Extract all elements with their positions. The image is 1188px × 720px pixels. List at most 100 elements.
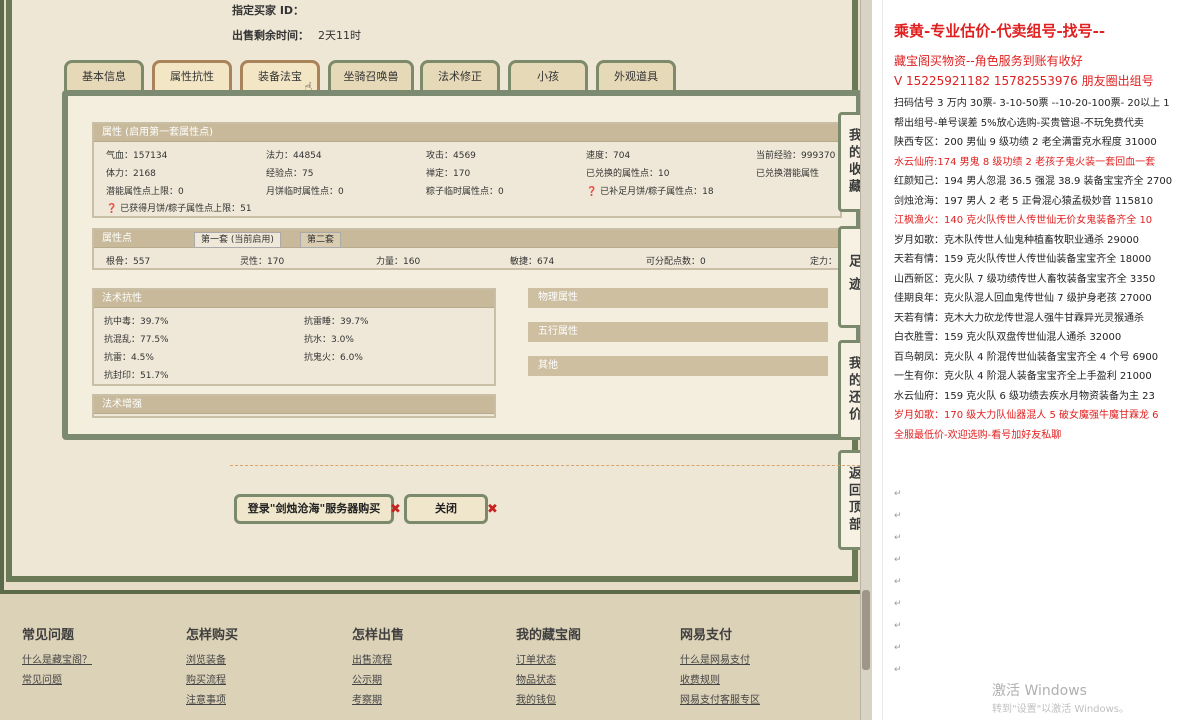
activate-windows-watermark: 激活 Windows <box>992 683 1087 699</box>
agility-value: 敏捷：674 <box>510 257 555 267</box>
spell-enhance-section[interactable]: 法术增强 <box>92 394 496 418</box>
footer-link[interactable]: 订单状态 <box>516 651 581 667</box>
resist-poison: 抗中毒：39.7% <box>104 317 169 327</box>
listing-line: 百鸟朝凤：克火队 4 阶混传世仙装备宝宝齐全 4 个号 6900 <box>894 351 1159 363</box>
tab-children[interactable]: 小孩 <box>508 60 588 92</box>
resistance-section: 法术抗性 抗中毒：39.7% 抗混乱：77.5% 抗雷：4.5% 抗封印：51.… <box>92 288 496 386</box>
role-detail-panel: 指定买家 ID： 出售剩余时间： 2天11时 基本信息 属性抗性 装备法宝 坐骑… <box>6 0 870 582</box>
footer-heading: 怎样出售 <box>352 628 405 643</box>
scrollbar-thumb[interactable] <box>862 590 870 670</box>
exp-value: 当前经验：999370 <box>756 151 836 161</box>
empty-line: ↵ <box>894 621 902 631</box>
margin-line <box>882 0 883 720</box>
listing-line: 江枫渔火：140 克火队传世人传世仙无价女鬼装备齐全 10 <box>894 215 1153 226</box>
footer-link[interactable]: 物品状态 <box>516 671 581 687</box>
empty-line: ↵ <box>894 643 902 653</box>
constitution-value: 根骨：557 <box>106 257 151 267</box>
empty-line: ↵ <box>894 599 902 609</box>
close-x-icon: ✖ <box>487 502 498 517</box>
exchanged-points-value: 已兑换的属性点：10 <box>586 169 670 179</box>
footer-link[interactable]: 什么是藏宝阁？ <box>22 651 92 667</box>
listing-line: 水云仙府:174 男鬼 8 级功绩 2 老孩子鬼火装一套回血一套 <box>894 156 1156 168</box>
close-button[interactable]: 关闭 <box>404 494 488 524</box>
resist-chaos: 抗混乱：77.5% <box>104 335 169 345</box>
mp-value: 法力：44854 <box>266 151 322 161</box>
listing-line: 岁月如歌：170 级大力队仙器混人 5 破女魔强牛魔甘霖龙 6 <box>894 410 1159 421</box>
divider <box>230 465 870 466</box>
tab-first-set[interactable]: 第一套 (当前启用) <box>194 232 281 248</box>
footer-link[interactable]: 考察期 <box>352 691 404 707</box>
five-elements-accordion[interactable]: 五行属性 <box>528 322 828 342</box>
attributes-content: 属性 (启用第一套属性点) 气血：157134 法力：44854 攻击：4569… <box>62 90 862 440</box>
doc-subtitle-2: V 15225921182 15782553976 朋友圈出组号 <box>894 74 1154 88</box>
spell-enhance-title: 法术增强 <box>94 396 494 414</box>
help-icon[interactable]: ❓ <box>586 187 597 197</box>
empty-line: ↵ <box>894 489 902 499</box>
footer-link[interactable]: 什么是网易支付 <box>680 651 760 667</box>
stamina-value: 体力：2168 <box>106 169 156 179</box>
hp-value: 气血：157134 <box>106 151 168 161</box>
resist-sleep: 抗雷睡：39.7% <box>304 317 369 327</box>
attack-value: 攻击：4569 <box>426 151 476 161</box>
listing-line: 水云仙府：159 克火队 6 级功绩去疾水月物资装备为主 23 <box>894 390 1155 402</box>
footer-link[interactable]: 常见问题 <box>22 671 92 687</box>
exchanged-potential-value: 已兑换潜能属性 <box>756 169 820 179</box>
empty-line: ↵ <box>894 665 902 675</box>
listing-line: 一生有你：克火队 4 阶混人装备宝宝齐全上手盈利 21000 <box>894 371 1152 382</box>
footer-link[interactable]: 出售流程 <box>352 651 404 667</box>
listing-line: 天若有情：克木大力砍龙传世混人强牛甘霖异光灵猴通杀 <box>894 312 1144 324</box>
login-server-buy-button[interactable]: 登录"剑烛沧海"服务器购买 <box>234 494 394 524</box>
footer-heading: 网易支付 <box>680 628 733 643</box>
remaining-time-value: 2天11时 <box>318 29 361 42</box>
footer-link[interactable]: 浏览装备 <box>186 651 238 667</box>
footer-heading: 我的藏宝阁 <box>516 628 582 643</box>
free-points-value: 可分配点数：0 <box>646 257 706 267</box>
physical-attributes-accordion[interactable]: 物理属性 <box>528 288 828 308</box>
footer-link[interactable]: 注意事项 <box>186 691 238 707</box>
footer-col-sell: 怎样出售 出售流程 公示期 考察期 <box>352 624 404 711</box>
obtained-cap-value: ❓ 已获得月饼/粽子属性点上限：51 <box>106 204 252 214</box>
resist-water: 抗水：3.0% <box>304 335 354 345</box>
listing-line: 岁月如歌：克木队传世人仙鬼种植畜牧职业通杀 29000 <box>894 234 1139 246</box>
remaining-time-label: 出售剩余时间： <box>232 29 309 42</box>
spirit-value: 灵性：170 <box>240 257 285 267</box>
footer-col-faq: 常见问题 什么是藏宝阁？ 常见问题 <box>22 624 92 691</box>
mooncake-temp-value: 月饼临时属性点：0 <box>266 187 344 197</box>
doc-title: 乘黄-专业估价-代卖组号-找号-- <box>894 22 1106 40</box>
footer-col-pay: 网易支付 什么是网易支付 收费规则 网易支付客服专区 <box>680 624 760 711</box>
footer-link[interactable]: 我的钱包 <box>516 691 581 707</box>
tab-second-set[interactable]: 第二套 <box>300 232 342 248</box>
footer-link[interactable]: 收费规则 <box>680 671 760 687</box>
footer-heading: 常见问题 <box>22 628 75 643</box>
resistance-title: 法术抗性 <box>94 290 494 308</box>
tab-appearance[interactable]: 外观道具 <box>596 60 676 92</box>
close-x-icon: ✖ <box>390 502 401 517</box>
filled-points-value: ❓ 已补足月饼/粽子属性点：18 <box>586 187 714 197</box>
endurance-value: 定力： <box>810 257 838 267</box>
listing-line: 陕西专区：200 男仙 9 级功绩 2 老全满雷克水程度 31000 <box>894 137 1157 148</box>
help-icon[interactable]: ❓ <box>106 204 117 214</box>
tab-mounts[interactable]: 坐骑召唤兽 <box>328 60 414 92</box>
listing-line: 全服最低价-欢迎选购-看号加好友私聊 <box>894 429 1062 441</box>
doc-subtitle-1: 藏宝阁买物资--角色服务到账有收好 <box>894 54 1083 68</box>
footer-link[interactable]: 购买流程 <box>186 671 238 687</box>
footer-link[interactable]: 网易支付客服专区 <box>680 691 760 707</box>
attributes-title: 属性 (启用第一套属性点) <box>94 124 840 142</box>
attributes-section: 属性 (启用第一套属性点) 气血：157134 法力：44854 攻击：4569… <box>92 122 842 218</box>
tab-spell-mods[interactable]: 法术修正 <box>420 60 500 92</box>
resist-seal: 抗封印：51.7% <box>104 371 169 381</box>
strength-value: 力量：160 <box>376 257 421 267</box>
other-accordion[interactable]: 其他 <box>528 356 828 376</box>
listing-line: 帮出组号-单号误差 5%放心选购-买贵管退-不玩免费代卖 <box>894 117 1144 129</box>
tab-basic-info[interactable]: 基本信息 <box>64 60 144 92</box>
zongzi-temp-value: 粽子临时属性点：0 <box>426 187 504 197</box>
attribute-points-section: 属性点 第一套 (当前启用) 第二套 根骨：557 灵性：170 力量：160 … <box>92 228 842 270</box>
footer-link[interactable]: 公示期 <box>352 671 404 687</box>
buyer-id-label: 指定买家 ID： <box>232 4 305 17</box>
document-panel: 乘黄-专业估价-代卖组号-找号-- 藏宝阁买物资--角色服务到账有收好 V 15… <box>872 0 1188 720</box>
listing-line: 佳期良年：克火队混人回血鬼传世仙 7 级护身老孩 27000 <box>894 293 1152 304</box>
listing-line: 扫码估号 3 万内 30票- 3-10-50票 --10-20-100票- 20… <box>894 98 1170 109</box>
resist-thunder: 抗雷：4.5% <box>104 353 154 363</box>
tab-attributes[interactable]: 属性抗性 <box>152 60 232 92</box>
game-trading-page: 指定买家 ID： 出售剩余时间： 2天11时 基本信息 属性抗性 装备法宝 坐骑… <box>0 0 872 720</box>
